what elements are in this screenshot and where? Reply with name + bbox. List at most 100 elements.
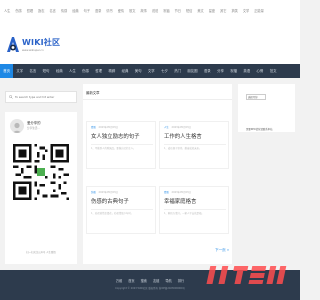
top-link[interactable]: 短信 [186,8,192,26]
card-date: 2023年05月03日 [98,191,118,194]
main-nav: 首页 文字 名言 短句 经典 人生 伤感 哲理 精辟 经典 美句 文学 七夕 热… [0,64,300,78]
section-title: 最新文章 [86,91,100,95]
card-meta: 情感 2023年05月03日 [164,190,191,194]
top-link-bar: 人生 伤感 哲理 励志 名言 情感 经典 句子 语录 情书 爱情 散文 故事 说… [0,0,300,26]
search-input[interactable] [15,95,75,99]
archive-select-value: 选择月份 [248,96,258,99]
profile-name: 爱分享的 [27,121,41,125]
logo-tagline: www.wikiuper.cn [22,48,44,52]
qr-code [13,144,69,200]
qr-caption: 扫一扫关注公众号 人生感悟 [26,251,56,254]
footer-link[interactable]: 首页 [128,278,134,283]
top-link[interactable]: 文学 [243,8,249,26]
nav-item[interactable]: 经典 [53,64,66,78]
card-category[interactable]: 人生 [164,126,169,129]
top-link[interactable]: 经典 [72,8,78,26]
card-meta: 人生 2023年05月03日 [164,125,191,129]
divider [91,144,153,145]
search-box [5,91,77,103]
profile-card: 爱分享的 分享生活... 扫一扫关注公众号 人生感悟 [5,112,77,264]
card-title[interactable]: 工作的人生格言 [164,132,202,140]
nav-item-home[interactable]: 首页 [0,64,14,78]
nav-item[interactable]: 文学 [145,64,158,78]
nav-item[interactable]: 范文 [267,64,280,78]
search-icon [9,95,13,99]
top-link[interactable]: 说说 [152,8,158,26]
profile-bio: 分享生活... [27,127,40,130]
article-card[interactable]: 伤感 2023年05月03日 伤感的古典句子 1、劝君莫惜金缕衣，劝君惜取少年时… [86,186,156,234]
card-date: 2023年05月03日 [98,126,118,129]
top-link[interactable]: 星座 [209,8,215,26]
site-logo[interactable]: WIKI社区 www.wikiuper.cn [5,34,60,54]
article-card[interactable]: 人生 2023年05月03日 工作的人生格言 1、成功源于坚持，勤奋成就未来。 [159,121,229,169]
top-link[interactable]: 散文 [129,8,135,26]
top-link[interactable]: 励志 [38,8,44,26]
card-excerpt: 1、成功源于坚持，勤奋成就未来。 [164,147,202,150]
article-card[interactable]: 情感 2023年05月03日 女人独立励志的句子 1、不做别人的附属品，要做自己… [86,121,156,169]
nav-item[interactable]: 文字 [13,64,26,78]
footer-link[interactable]: 导航 [165,278,171,283]
card-excerpt: 1、家和万事兴，一家人平安就是福。 [164,212,204,215]
watermark-logo [206,266,287,284]
divider [91,209,153,210]
top-link[interactable]: 其它 [220,8,226,26]
nav-item[interactable]: 伤感 [79,64,92,78]
nav-item[interactable]: 美句 [132,64,145,78]
top-link[interactable]: 情感 [61,8,67,26]
article-card[interactable]: 情感 2023年05月03日 幸福家庭格言 1、家和万事兴，一家人平安就是福。 [159,186,229,234]
logo-title: WIKI社区 [22,37,61,47]
footer-link[interactable]: 友链 [153,278,159,283]
archive-select[interactable]: 选择月份 [246,94,266,100]
sidebar-text[interactable]: 需要SEO优化请联系本站 [246,127,294,131]
card-meta: 情感 2023年05月03日 [91,125,118,129]
top-link[interactable]: 哲理 [27,8,33,26]
avatar [10,119,24,133]
nav-item[interactable]: 经典 [118,64,131,78]
card-date: 2023年05月03日 [171,126,191,129]
card-title[interactable]: 幸福家庭格言 [164,197,196,205]
logo-icon [5,34,21,54]
top-link[interactable]: 伤感 [15,8,21,26]
card-date: 2023年05月03日 [171,191,191,194]
nav-item[interactable]: 名言 [26,64,39,78]
top-link[interactable]: 句子 [84,8,90,26]
top-link[interactable]: 搞笑 [232,8,238,26]
top-link[interactable]: 情书 [106,8,112,26]
divider [83,99,232,100]
nav-item[interactable]: 英语 [240,64,253,78]
nav-item[interactable]: 语录 [201,64,214,78]
nav-item[interactable]: 祝福 [227,64,240,78]
card-category[interactable]: 伤感 [91,191,96,194]
nav-item[interactable]: 热门 [171,64,184,78]
top-link[interactable]: 祝福 [163,8,169,26]
card-excerpt: 1、不做别人的附属品，要做自己的主人。 [91,147,136,150]
card-category[interactable]: 情感 [91,126,96,129]
nav-item[interactable]: 人生 [66,64,79,78]
card-category[interactable]: 情感 [164,191,169,194]
nav-item[interactable]: 短句 [39,64,52,78]
next-page-button[interactable]: 下一页 » [215,248,229,253]
footer-link[interactable]: 排行 [178,278,184,283]
card-title[interactable]: 女人独立励志的句子 [91,132,140,140]
nav-item[interactable]: 七夕 [158,64,171,78]
top-link[interactable]: 美文 [197,8,203,26]
top-link[interactable]: 人生 [4,8,10,26]
nav-item[interactable]: 朋友圈 [184,64,201,78]
divider [164,209,226,210]
top-link[interactable]: 节日 [175,8,181,26]
top-link[interactable]: 语录 [95,8,101,26]
footer-link[interactable]: 搜索 [141,278,147,283]
nav-item[interactable]: 精辟 [105,64,118,78]
top-link[interactable]: 正能量 [254,8,264,26]
nav-item[interactable]: 哲理 [92,64,105,78]
nav-item[interactable]: 分享 [214,64,227,78]
top-link[interactable]: 名言 [50,8,56,26]
card-excerpt: 1、劝君莫惜金缕衣，劝君惜取少年时。 [91,212,134,215]
card-title[interactable]: 伤感的古典句子 [91,197,129,205]
article-list: 最新文章 情感 2023年05月03日 女人独立励志的句子 1、不做别人的附属品… [83,84,232,264]
top-link[interactable]: 故事 [141,8,147,26]
footer-link[interactable]: 万维 [116,278,122,283]
nav-item[interactable]: 心情 [253,64,266,78]
top-link[interactable]: 爱情 [118,8,124,26]
site-header: WIKI社区 www.wikiuper.cn [0,26,300,64]
